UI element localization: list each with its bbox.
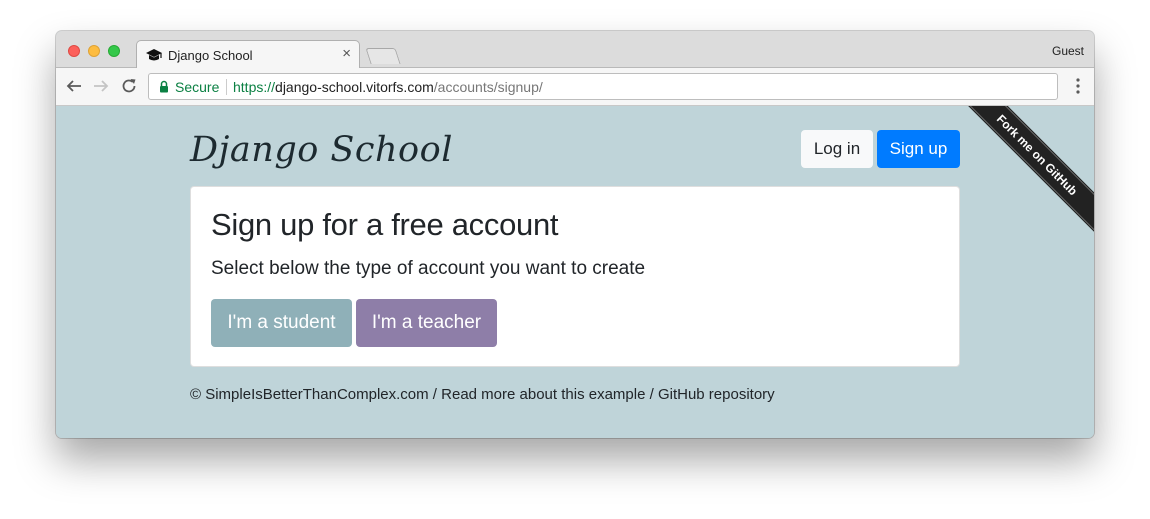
back-arrow-icon[interactable]	[65, 77, 83, 95]
tab-strip: Django School × Guest	[56, 31, 1094, 69]
signup-card: Sign up for a free account Select below …	[190, 186, 960, 367]
maximize-window-button[interactable]	[108, 45, 120, 57]
profile-label[interactable]: Guest	[1052, 44, 1084, 58]
teacher-signup-button[interactable]: I'm a teacher	[356, 299, 497, 347]
footer-separator: /	[645, 386, 658, 403]
footer-separator: /	[428, 386, 442, 403]
github-repository-link[interactable]: GitHub repository	[658, 386, 775, 403]
omnibox-separator	[226, 79, 227, 95]
reload-icon[interactable]	[120, 77, 138, 95]
tab-title: Django School	[168, 48, 253, 63]
url-text: https://django-school.vitorfs.com/accoun…	[233, 79, 543, 95]
more-menu-icon[interactable]	[1076, 78, 1080, 94]
card-lead: Select below the type of account you wan…	[211, 258, 646, 279]
fork-me-ribbon[interactable]: Fork me on GitHub	[959, 106, 1094, 241]
lock-icon	[160, 80, 168, 93]
address-bar[interactable]: Secure https://django-school.vitorfs.com…	[148, 73, 1058, 100]
secure-label: Secure	[175, 79, 220, 95]
footer: © SimpleIsBetterThanComplex.com / Read m…	[190, 386, 775, 403]
browser-window: Django School × Guest Secure https://dja…	[56, 31, 1094, 438]
url-scheme: https://	[233, 79, 276, 95]
copyright-link[interactable]: © SimpleIsBetterThanComplex.com	[190, 386, 429, 403]
student-signup-button[interactable]: I'm a student	[211, 299, 352, 347]
card-title: Sign up for a free account	[211, 207, 559, 242]
page-content: Django School Log in Sign up Fork me on …	[56, 106, 1094, 438]
close-tab-icon[interactable]: ×	[342, 45, 351, 62]
site-brand[interactable]: Django School	[190, 130, 453, 170]
read-more-link[interactable]: Read more about this example	[441, 386, 645, 403]
url-path: /accounts/signup/	[433, 79, 543, 95]
forward-arrow-icon[interactable]	[92, 77, 110, 95]
signup-button[interactable]: Sign up	[877, 130, 960, 168]
minimize-window-button[interactable]	[88, 45, 100, 57]
login-button[interactable]: Log in	[801, 130, 873, 168]
browser-toolbar: Secure https://django-school.vitorfs.com…	[56, 68, 1094, 106]
new-tab-button[interactable]	[365, 48, 401, 64]
github-ribbon-container: Fork me on GitHub	[959, 106, 1094, 241]
graduation-cap-icon	[146, 49, 162, 61]
url-host: django-school.vitorfs.com	[275, 79, 434, 95]
browser-tab[interactable]: Django School ×	[136, 40, 360, 69]
close-window-button[interactable]	[68, 45, 80, 57]
